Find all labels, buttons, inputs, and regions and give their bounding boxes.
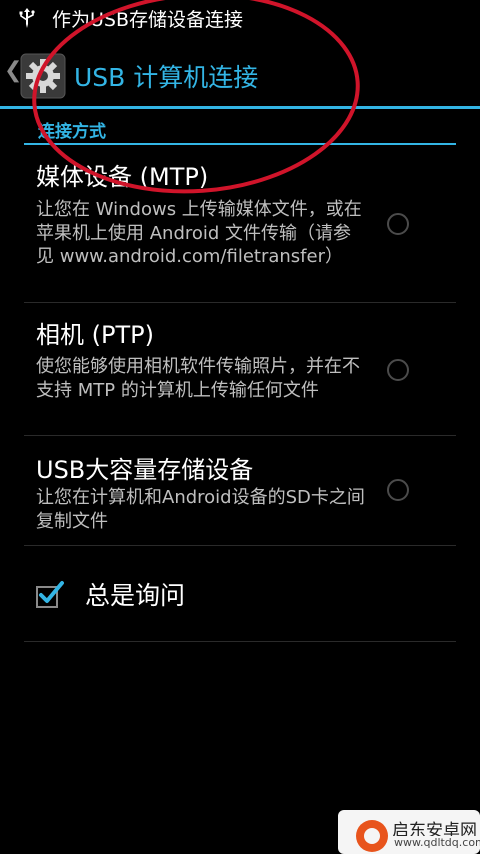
option-mtp[interactable]: 媒体设备 (MTP) 让您在 Windows 上传输媒体文件，或在苹果机上使用 … — [24, 145, 456, 303]
checkbox-checked-icon[interactable] — [36, 580, 64, 608]
option-mass-storage[interactable]: USB大容量存储设备 让您在计算机和Android设备的SD卡之间复制文件 — [24, 436, 456, 546]
section-header: 连接方式 — [38, 122, 106, 142]
option-description: 让您在 Windows 上传输媒体文件，或在苹果机上使用 Android 文件传… — [36, 199, 362, 267]
option-title: 媒体设备 (MTP) — [36, 163, 209, 191]
row-divider — [24, 641, 456, 642]
radio-button[interactable] — [387, 213, 409, 235]
option-description: 使您能够使用相机软件传输照片，并在不支持 MTP 的计算机上传输任何文件 — [36, 356, 360, 401]
watermark-url: www.qdltdq.com — [390, 836, 480, 849]
always-ask-label: 总是询问 — [85, 581, 186, 610]
usb-icon — [19, 8, 35, 28]
settings-gear-icon[interactable] — [20, 53, 66, 99]
radio-button[interactable] — [387, 359, 409, 381]
always-ask-row[interactable]: 总是询问 — [24, 546, 456, 642]
option-ptp[interactable]: 相机 (PTP) 使您能够使用相机软件传输照片，并在不支持 MTP 的计算机上传… — [24, 303, 456, 436]
page-title: USB 计算机连接 — [74, 63, 259, 92]
status-notification-text: 作为USB存储设备连接 — [52, 9, 244, 31]
option-title: USB大容量存储设备 — [36, 456, 254, 484]
action-bar-divider — [0, 106, 480, 109]
option-title: 相机 (PTP) — [36, 321, 154, 349]
status-bar: 作为USB存储设备连接 — [0, 0, 480, 38]
option-description: 让您在计算机和Android设备的SD卡之间复制文件 — [36, 487, 365, 532]
radio-button[interactable] — [387, 479, 409, 501]
